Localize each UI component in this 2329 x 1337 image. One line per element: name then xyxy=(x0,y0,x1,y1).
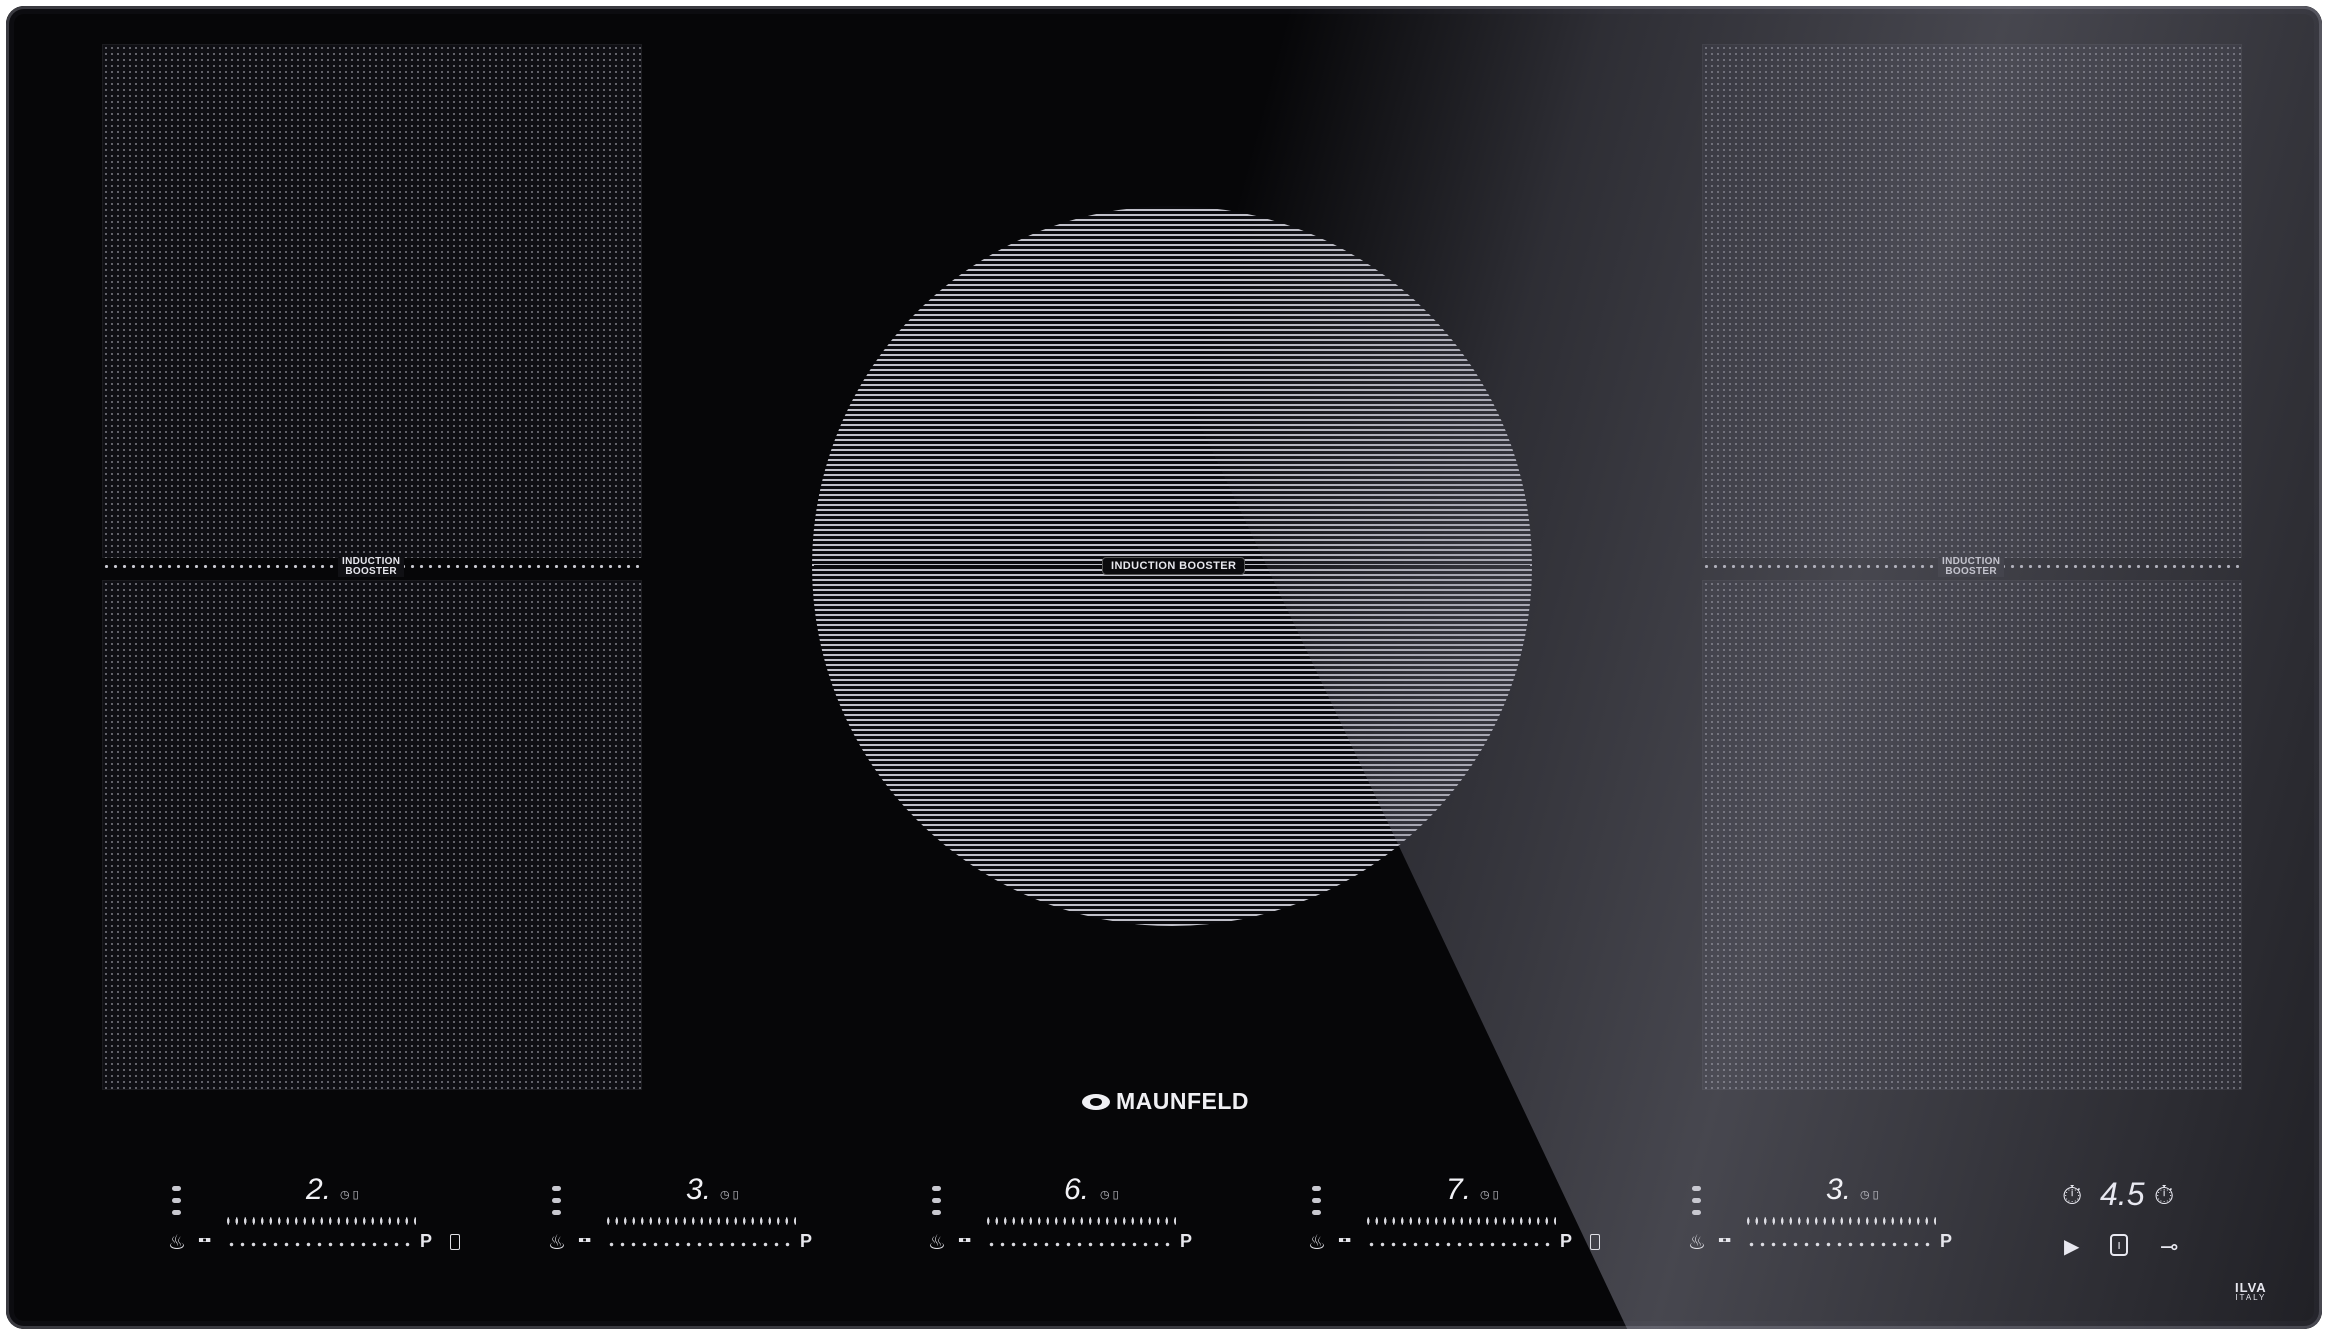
pause-button[interactable]: P xyxy=(1180,1231,1192,1252)
indicator-led xyxy=(552,1186,561,1191)
zone-timer-icon: ◷ ▯ xyxy=(1480,1189,1499,1201)
zone-timer-icon: ◷ ▯ xyxy=(720,1189,739,1201)
indicator-led xyxy=(1692,1210,1701,1215)
preset-slider[interactable] xyxy=(1366,1242,1554,1247)
left-booster-label: INDUCTION BOOSTER xyxy=(338,557,405,577)
indicator-led xyxy=(1692,1186,1701,1191)
indicator-led xyxy=(172,1186,181,1191)
pause-button[interactable]: P xyxy=(1560,1231,1572,1252)
play-icon[interactable]: ▶ xyxy=(2064,1234,2079,1259)
pot-icon[interactable]: ♨ xyxy=(1308,1230,1326,1255)
left-front-cooking-zone xyxy=(102,44,642,558)
central-booster-label: INDUCTION BOOSTER xyxy=(1102,557,1246,575)
indicator-led xyxy=(932,1210,941,1215)
power-level-display: 3. xyxy=(1826,1173,1852,1206)
brand-name: MAUNFELD xyxy=(1116,1088,1250,1114)
power-slider[interactable] xyxy=(224,1216,416,1226)
pot-icon[interactable]: ♨ xyxy=(1688,1230,1706,1255)
flex-zone-icon[interactable]: ▪▫▪ xyxy=(578,1232,591,1250)
indicator-led xyxy=(1312,1210,1321,1215)
maker-country: ITALY xyxy=(2235,1293,2267,1302)
power-slider[interactable] xyxy=(1364,1216,1556,1226)
flex-zone-icon[interactable]: ▪▫▪ xyxy=(1718,1232,1731,1250)
flex-zone-icon[interactable]: ▪▫▪ xyxy=(958,1232,971,1250)
pause-button[interactable]: P xyxy=(800,1231,812,1252)
pot-icon[interactable]: ♨ xyxy=(928,1230,946,1255)
preset-slider[interactable] xyxy=(226,1242,414,1247)
indicator-led xyxy=(552,1198,561,1203)
preset-slider[interactable] xyxy=(1746,1242,1934,1247)
right-rear-cooking-zone xyxy=(1702,580,2242,1090)
pot-icon[interactable]: ♨ xyxy=(548,1230,566,1255)
timer-plus-icon[interactable]: ⏱ xyxy=(2154,1180,2174,1212)
flex-zone-icon[interactable]: ▪▫▪ xyxy=(198,1232,211,1250)
zone-timer-icon: ◷ ▯ xyxy=(1860,1189,1879,1201)
indicator-led xyxy=(1692,1198,1701,1203)
indicator-led xyxy=(172,1210,181,1215)
indicator-led xyxy=(172,1198,181,1203)
timer-minus-icon[interactable]: ⏱ xyxy=(2062,1180,2082,1212)
power-level-display: 3. xyxy=(686,1173,712,1206)
indicator-led xyxy=(932,1186,941,1191)
indicator-led xyxy=(1312,1186,1321,1191)
maunfeld-logo-icon xyxy=(1082,1093,1110,1110)
power-slider[interactable] xyxy=(1744,1216,1936,1226)
cooktop-glass: INDUCTION BOOSTER INDUCTION BOOSTER INDU… xyxy=(6,6,2322,1329)
zone-timer-icon: ◷ ▯ xyxy=(1100,1189,1119,1201)
preset-slider[interactable] xyxy=(606,1242,794,1247)
indicator-led xyxy=(1312,1198,1321,1203)
zone-control-5[interactable]: 3. ◷ ▯ ♨ ▪▫▪ P xyxy=(1684,1173,1984,1255)
zone-control-4[interactable]: 7. ◷ ▯ ♨ ▪▫▪ P xyxy=(1304,1174,1604,1254)
indicator-led xyxy=(932,1198,941,1203)
brand-logo: MAUNFELD xyxy=(1082,1088,1249,1115)
power-slider[interactable] xyxy=(984,1216,1176,1226)
power-icon[interactable]: ı xyxy=(2110,1234,2128,1256)
timer-display: 4.5 xyxy=(2100,1176,2145,1212)
pause-button[interactable]: P xyxy=(420,1231,432,1252)
zone-control-1[interactable]: 2. ◷ ▯ ♨ ▪▫▪ P xyxy=(164,1174,464,1254)
power-slider[interactable] xyxy=(604,1216,796,1226)
preset-slider[interactable] xyxy=(986,1242,1174,1247)
right-front-cooking-zone xyxy=(1702,44,2242,558)
pot-icon[interactable]: ♨ xyxy=(168,1230,186,1255)
maker-mark: ILVA ITALY xyxy=(2235,1280,2267,1302)
zone-control-2[interactable]: 3. ◷ ▯ ♨ ▪▫▪ P xyxy=(544,1173,844,1255)
power-level-display: 7. xyxy=(1446,1173,1472,1206)
pause-button[interactable]: P xyxy=(1940,1231,1952,1252)
power-level-display: 6. xyxy=(1064,1173,1090,1206)
zone-control-3[interactable]: 6. ◷ ▯ ♨ ▪▫▪ P xyxy=(924,1173,1224,1255)
power-level-display: 2. xyxy=(306,1173,332,1206)
zone-timer-icon: ◷ ▯ xyxy=(340,1189,359,1201)
zone-lock-icon[interactable] xyxy=(1590,1234,1600,1250)
indicator-led xyxy=(552,1210,561,1215)
right-booster-label: INDUCTION BOOSTER xyxy=(1938,557,2005,577)
flex-zone-icon[interactable]: ▪▫▪ xyxy=(1338,1232,1351,1250)
left-rear-cooking-zone xyxy=(102,580,642,1090)
zone-lock-icon[interactable] xyxy=(450,1234,460,1250)
key-lock-icon[interactable]: ⊸ xyxy=(2160,1234,2178,1260)
